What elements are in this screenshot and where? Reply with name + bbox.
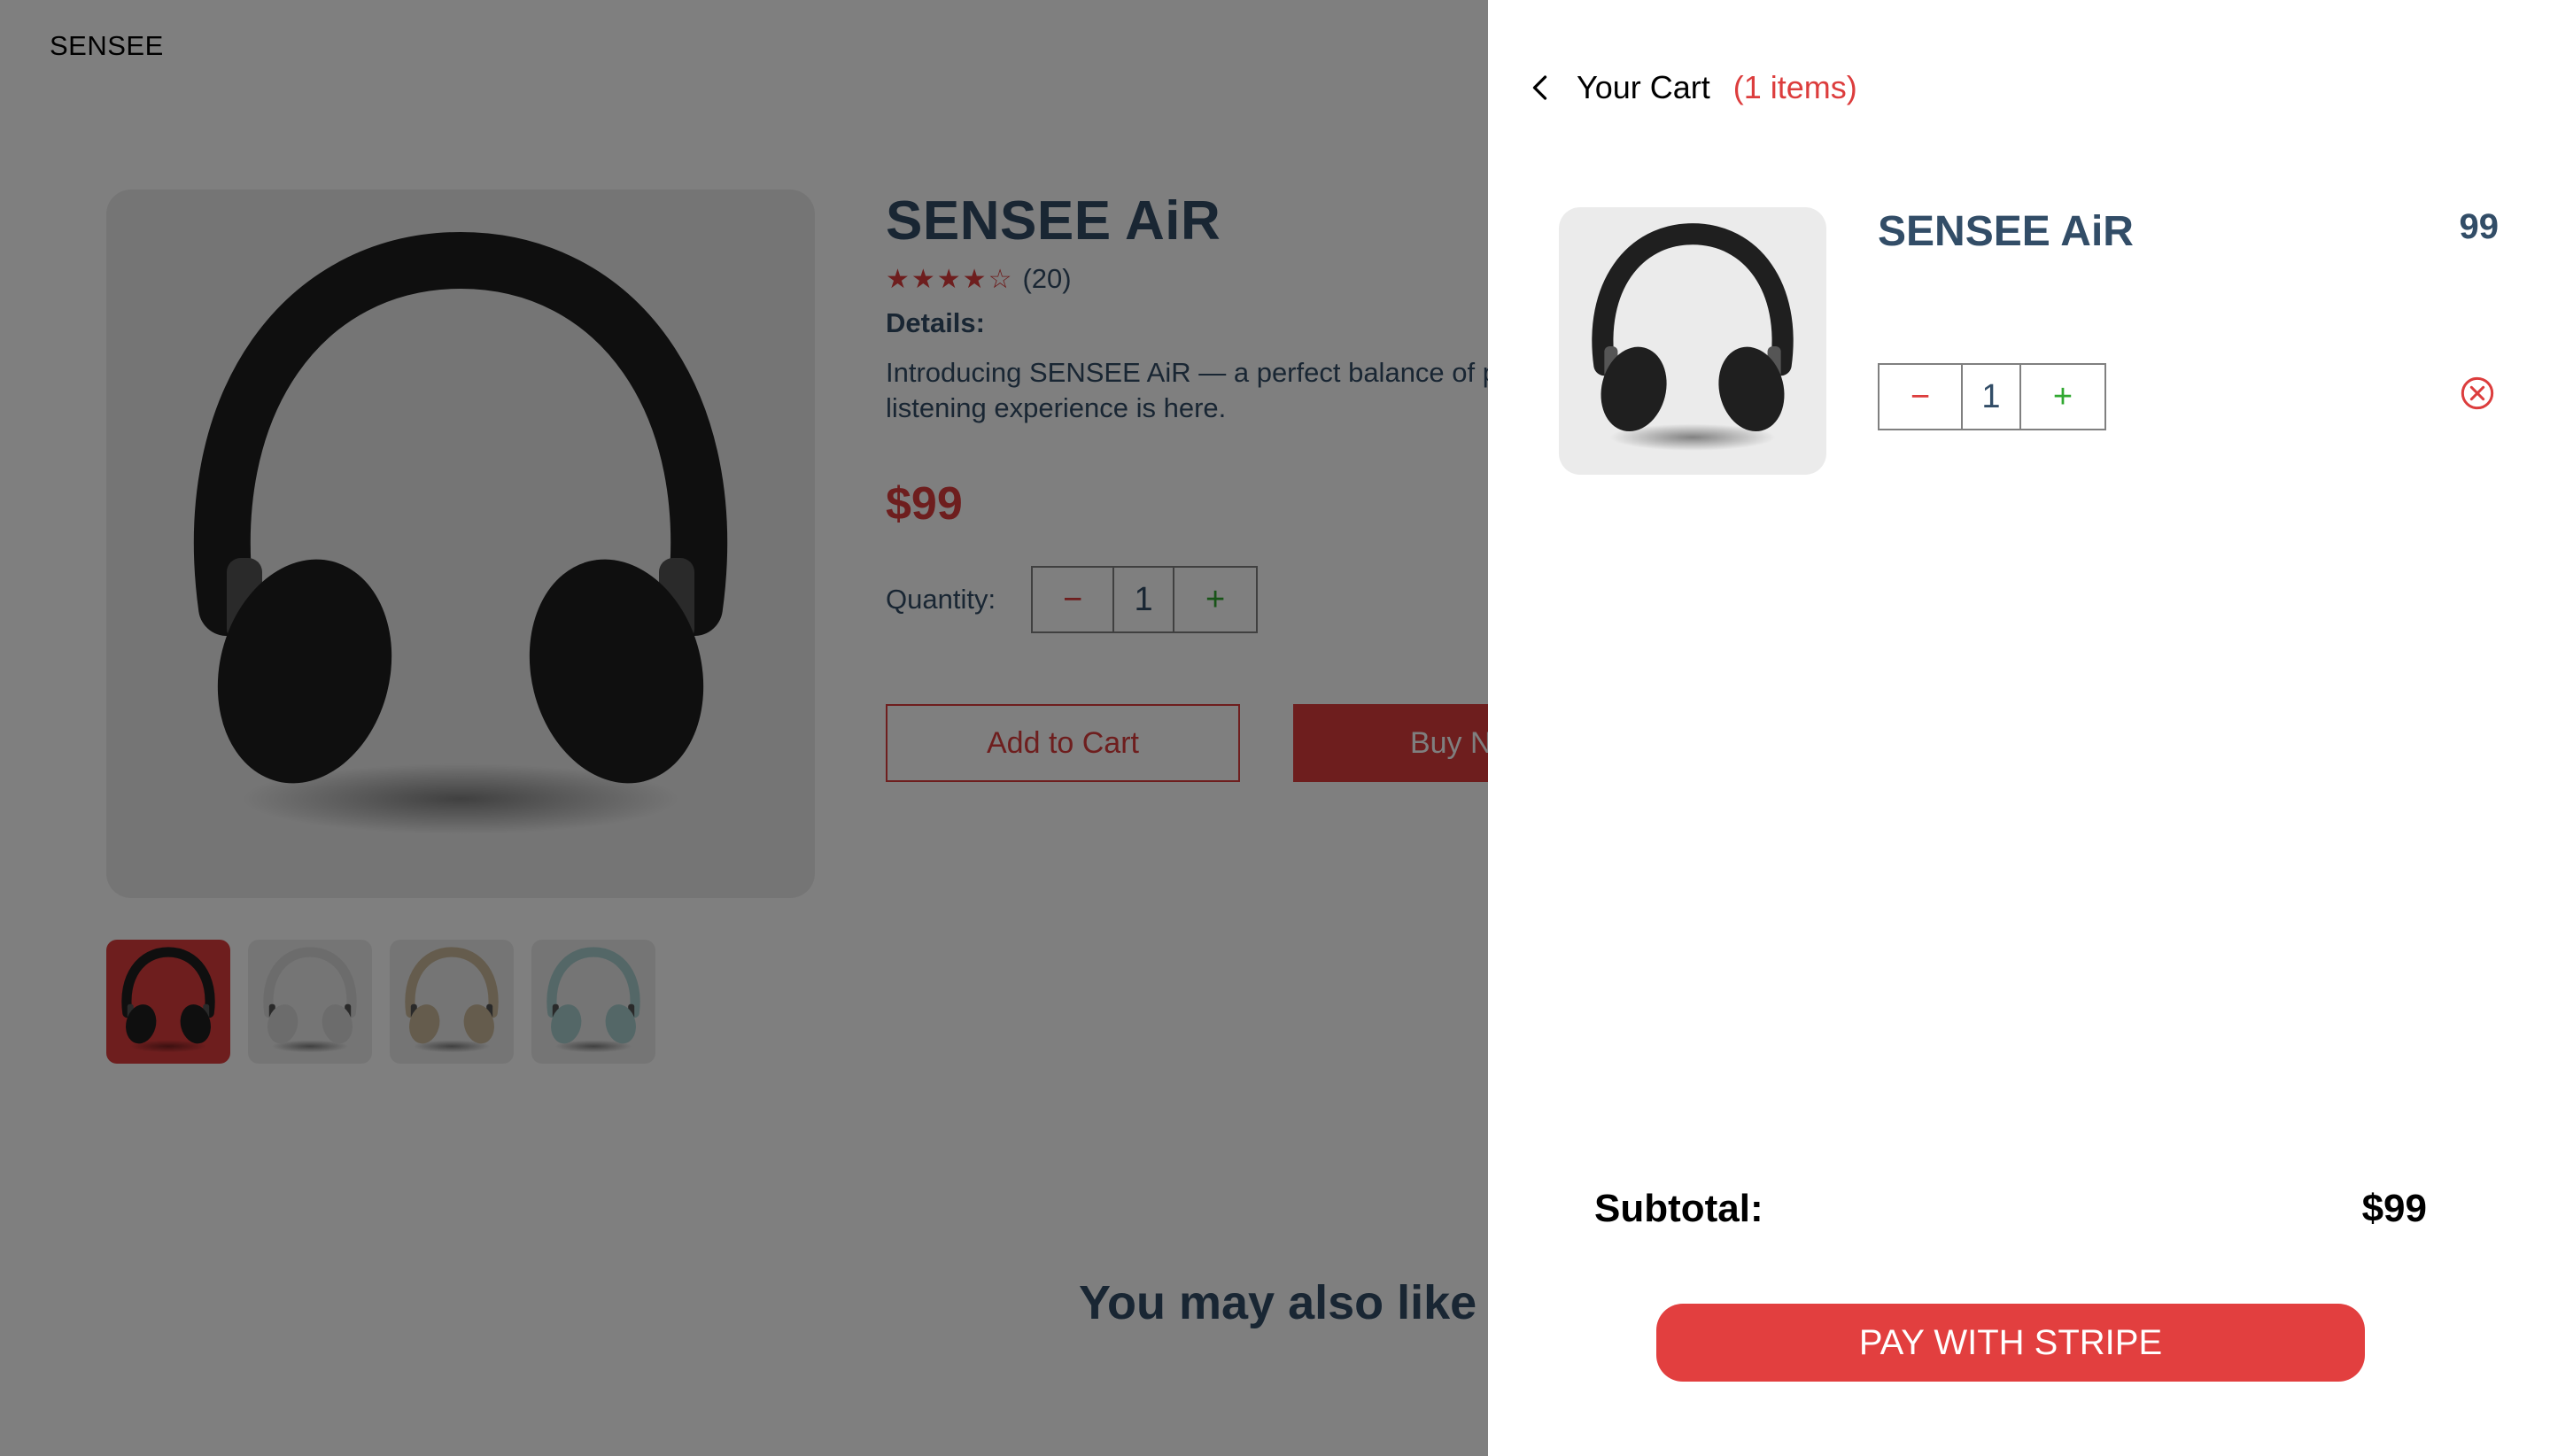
remove-circle-icon[interactable] [2460,376,2495,411]
cart-heading: Your Cart [1577,69,1710,105]
cart-back-button[interactable]: Your Cart (1 items) [1525,69,1857,106]
cart-item-image [1559,207,1826,475]
cart-decrease-button[interactable]: − [1880,365,1963,429]
cart-item-count: (1 items) [1732,69,1857,105]
pay-with-stripe-button[interactable]: PAY WITH STRIPE [1656,1304,2365,1382]
subtotal-row: Subtotal: $99 [1594,1187,2427,1231]
cart-item-name: SENSEE AiR [1878,208,2134,255]
chevron-left-icon [1532,75,1547,100]
cart-quantity-value: 1 [1963,365,2021,429]
cart-item-price: 99 [2459,207,2500,246]
cart-drawer: Your Cart (1 items) SENSEE AiR 99 − 1 + … [1488,0,2550,1456]
cart-increase-button[interactable]: + [2021,365,2104,429]
subtotal-value: $99 [2361,1187,2427,1230]
subtotal-label: Subtotal: [1594,1187,1763,1230]
cart-quantity-stepper: − 1 + [1878,363,2106,430]
